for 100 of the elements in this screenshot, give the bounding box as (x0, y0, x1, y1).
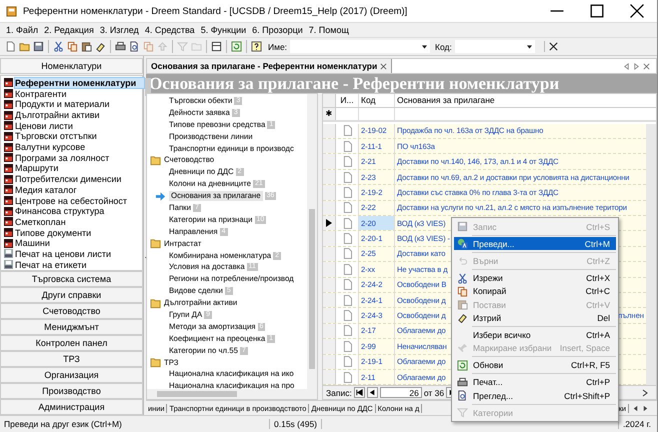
section-button[interactable]: Контролен панел (0, 335, 143, 351)
scroll-right-icon[interactable] (642, 388, 648, 397)
menu-item[interactable]: 3. Изглед (100, 25, 139, 35)
menu-item[interactable]: Преведи... Ctrl+M (454, 237, 616, 250)
sidebar-item[interactable]: Дълготрайни активи (15, 110, 100, 120)
sidebar-item[interactable]: Печат на етикети (15, 260, 87, 270)
name-combo[interactable] (290, 40, 430, 53)
window-icon (211, 41, 222, 52)
sidebar-item[interactable]: Ценови листи (15, 120, 73, 131)
print-icon (456, 376, 468, 388)
folder-icon (150, 357, 161, 368)
menu-item[interactable]: Обнови Ctrl+R, F5 (454, 358, 616, 372)
section-button[interactable]: ТРЗ (0, 351, 143, 367)
row-header[interactable] (323, 216, 336, 230)
sidebar-item[interactable]: Потребителски дименсии (15, 174, 122, 184)
table-icon (4, 78, 13, 88)
up-arrow-icon (157, 41, 168, 52)
scrollbar-thumb[interactable] (157, 391, 237, 397)
table-icon (4, 196, 13, 206)
menu-item[interactable]: 6. Прозорци (252, 25, 303, 35)
menu-item[interactable]: Преглед... Ctrl+Shift+P (454, 389, 616, 402)
paste-icon (81, 41, 92, 52)
right-arrow-icon[interactable] (642, 404, 649, 412)
folder-icon (150, 238, 161, 250)
sidebar-item[interactable]: Машини (15, 238, 50, 248)
clear-icon[interactable] (544, 41, 559, 52)
sidebar-item[interactable]: Референтни номенклатури (15, 78, 144, 88)
section-button[interactable]: Организация (0, 367, 143, 383)
sidebar-item[interactable]: Печат на ценови листи (15, 248, 112, 259)
table-icon (4, 238, 13, 248)
app-icon (6, 6, 17, 16)
column-header[interactable]: Код (359, 94, 395, 107)
scrollbar-thumb[interactable] (309, 209, 315, 369)
preview-icon (456, 390, 468, 402)
sidebar-item[interactable]: Медия каталог (15, 184, 77, 195)
sidebar-item[interactable]: Продукти и материали (15, 99, 110, 110)
name-label: Име: (268, 42, 288, 52)
menu-item[interactable]: 2. Редакция (44, 25, 94, 35)
close-icon[interactable] (380, 62, 388, 70)
section-button[interactable]: Администрация (0, 399, 143, 415)
section-button[interactable]: Търговска система (0, 271, 143, 287)
new-document-icon (5, 41, 16, 52)
menu-item[interactable]: Избери всичко Ctrl+A (454, 328, 616, 342)
sidebar-item[interactable]: Типове документи (15, 228, 92, 238)
section-button[interactable]: Мениджмънт (0, 319, 143, 335)
refresh-icon (456, 360, 468, 371)
table-icon (4, 164, 13, 173)
left-arrow-icon[interactable] (632, 404, 639, 412)
code-combo[interactable] (454, 40, 535, 53)
table-icon (4, 132, 13, 141)
table-icon (4, 110, 13, 120)
menu-item[interactable]: Изрежи Ctrl+X (454, 272, 616, 285)
table-icon (4, 174, 13, 184)
menu-item[interactable]: 5. Функции (200, 25, 246, 35)
document-tab[interactable]: Основания за прилагане - Референтни номенклатури (147, 59, 392, 73)
copy-icon (67, 41, 78, 52)
column-header[interactable]: Основания за прилагане (395, 94, 656, 107)
sidebar-item[interactable]: Валутни курсове (15, 142, 86, 152)
eraser-icon (95, 41, 106, 52)
menu-item[interactable]: Изтрий Del (454, 311, 616, 324)
record-field[interactable]: 26 (380, 387, 422, 398)
first-record-button[interactable] (354, 387, 365, 398)
sidebar-item[interactable]: Центрове на себестойност (15, 196, 128, 206)
record-total: от 36 (424, 388, 444, 398)
table-icon (4, 206, 13, 216)
table-icon (4, 228, 13, 238)
dropdown-icon (422, 45, 428, 49)
menu-item[interactable]: 1. Файл (6, 25, 38, 35)
sidebar-item[interactable]: Програми за лоялност (15, 152, 110, 163)
menu-item[interactable]: 7. Помощ (308, 25, 349, 35)
previous-record-button[interactable] (366, 387, 378, 398)
print-icon (115, 41, 126, 52)
section-button[interactable]: Производство (0, 383, 143, 399)
panel-header[interactable]: Номенклатури (0, 58, 143, 74)
column-header[interactable]: И... (336, 94, 359, 107)
section-button[interactable]: Счетоводство (0, 303, 143, 319)
pin-icon (456, 342, 468, 354)
table-icon (4, 100, 13, 109)
sidebar-item[interactable]: Финансова структура (15, 206, 104, 216)
menu-item[interactable]: Копирай Ctrl+C (454, 284, 616, 298)
code-label: Код: (435, 42, 452, 52)
folder-tree-icon (191, 41, 202, 52)
folder-icon (150, 154, 161, 166)
new-row-marker: ✱ (323, 108, 336, 120)
menu-item[interactable]: Печат... Ctrl+P (454, 376, 616, 390)
sidebar-item[interactable]: Търговски отстъпки (15, 131, 97, 142)
status-message: Преведи на друг език (Ctrl+M) (3, 419, 123, 429)
sidebar-item[interactable]: Сметкоплан (15, 216, 66, 227)
table-icon (4, 217, 13, 226)
preview-icon (129, 41, 140, 52)
sidebar-item[interactable]: Контрагенти (15, 88, 67, 99)
cut-icon (53, 41, 64, 52)
refresh-icon (231, 41, 242, 52)
open-folder-icon (19, 41, 30, 52)
sidebar-item[interactable]: Маршрути (15, 163, 58, 174)
menu-item[interactable]: 4. Средства (144, 25, 195, 35)
save-icon (33, 41, 44, 52)
close-icon[interactable] (643, 62, 650, 70)
copy-icon (143, 41, 154, 52)
section-button[interactable]: Други справки (0, 287, 143, 303)
